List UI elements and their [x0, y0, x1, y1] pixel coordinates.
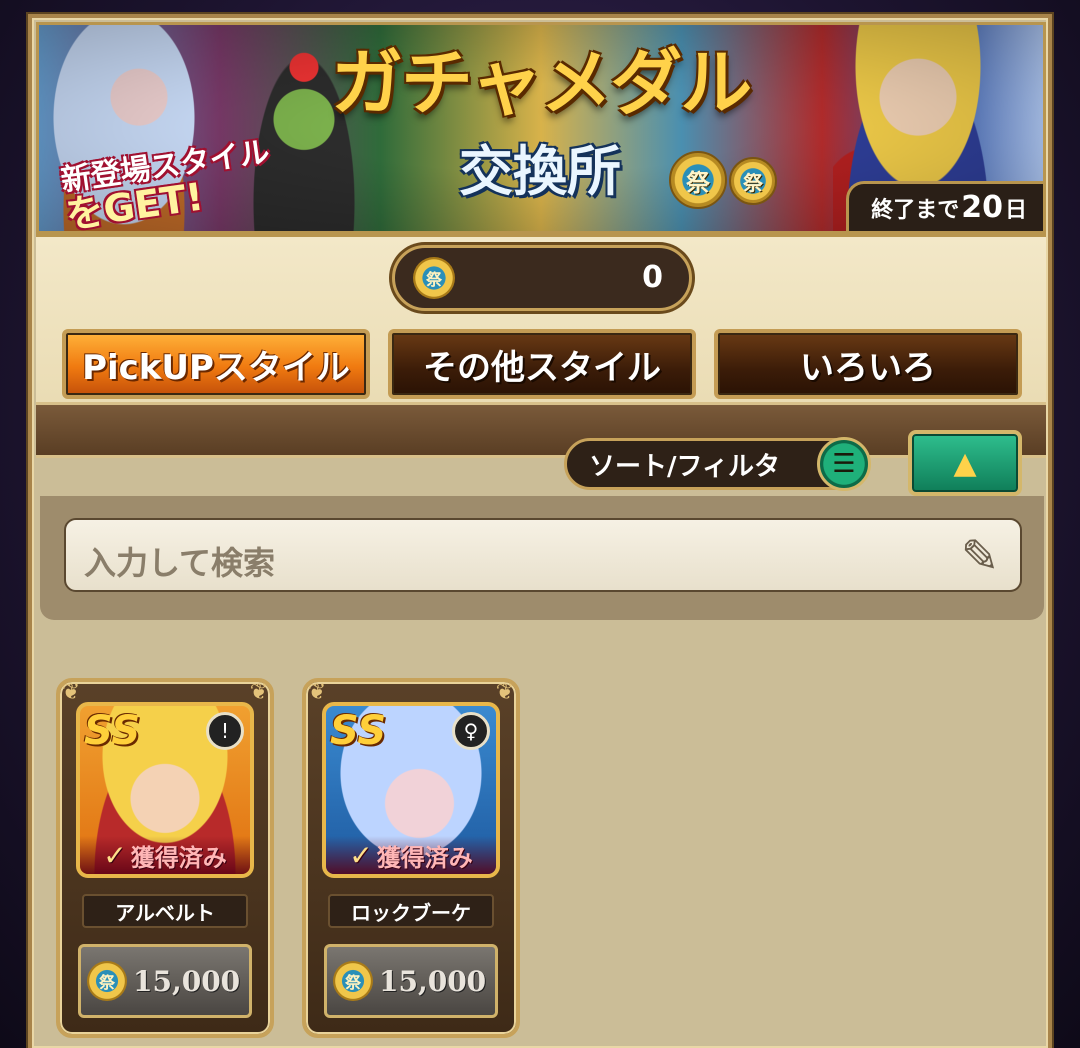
style-card[interactable]: ❦ ❦ SS ! ✓ 獲得済み アルベルト 祭 15,000: [56, 678, 274, 1038]
medal-icon: 祭: [729, 157, 777, 205]
medal-balance-value: 0: [642, 260, 663, 295]
event-end-badge: 終了まで 20 日: [846, 181, 1043, 231]
end-days: 20: [961, 190, 1003, 225]
obtained-badge: ✓ 獲得済み: [80, 836, 250, 874]
rank-badge: SS: [84, 708, 141, 754]
rank-badge: SS: [330, 708, 387, 754]
menu-icon: ☰: [817, 437, 871, 491]
search-placeholder: 入力して検索: [84, 544, 276, 582]
price-tag: 祭 15,000: [78, 944, 252, 1018]
corner-ornament-icon: ❦: [249, 680, 269, 705]
character-name: アルベルト: [82, 894, 248, 928]
sort-filter-button[interactable]: ソート/フィルタ ☰: [564, 437, 871, 491]
collapse-button[interactable]: ▲: [908, 430, 1022, 496]
banner-subtitle: 交換所: [459, 140, 621, 203]
price-amount: 15,000: [379, 964, 487, 998]
medal-icon: 祭: [333, 961, 373, 1001]
medal-icon: 祭: [669, 151, 727, 209]
banner-title: ガチャメダル: [331, 41, 752, 125]
edit-icon[interactable]: ✎: [954, 530, 1006, 582]
character-portrait: SS ! ✓ 獲得済み: [76, 702, 254, 878]
tab-misc[interactable]: いろいろ: [714, 329, 1022, 399]
price-amount: 15,000: [133, 964, 241, 998]
corner-ornament-icon: ❦: [495, 680, 515, 705]
check-icon: ✓: [103, 838, 127, 872]
medal-icon: 祭: [413, 257, 455, 299]
event-banner[interactable]: ガチャメダル 交換所 祭 祭 新登場スタイル をGET! 終了まで 20 日: [36, 22, 1046, 234]
medal-balance: 祭 0: [392, 245, 692, 311]
triangle-up-icon: ▲: [953, 445, 977, 481]
gacha-medal-exchange-window: ガチャメダル 交換所 祭 祭 新登場スタイル をGET! 終了まで 20 日 祭 0 …: [28, 14, 1052, 1048]
medal-icon: 祭: [87, 961, 127, 1001]
character-portrait: SS ♀ ✓ 獲得済み: [322, 702, 500, 878]
end-label: 終了まで: [871, 198, 960, 223]
price-tag: 祭 15,000: [324, 944, 498, 1018]
corner-ornament-icon: ❦: [307, 680, 327, 705]
character-name: ロックブーケ: [328, 894, 494, 928]
obtained-label: 獲得済み: [376, 843, 473, 872]
sort-filter-label: ソート/フィルタ: [589, 451, 780, 482]
style-card[interactable]: ❦ ❦ SS ♀ ✓ 獲得済み ロックブーケ 祭 15,000: [302, 678, 520, 1038]
tab-other-style[interactable]: その他スタイル: [388, 329, 696, 399]
sword-icon: !: [206, 712, 244, 750]
tab-pickup-style[interactable]: PickUPスタイル: [62, 329, 370, 399]
end-unit: 日: [1004, 198, 1027, 223]
obtained-badge: ✓ 獲得済み: [326, 836, 496, 874]
category-tabs: PickUPスタイル その他スタイル いろいろ: [62, 329, 1022, 403]
toolbar-band: [36, 402, 1046, 458]
banner-tagline: 新登場スタイル をGET!: [59, 135, 277, 231]
search-area: 入力して検索 ✎: [40, 496, 1044, 620]
staff-icon: ♀: [452, 712, 490, 750]
search-input[interactable]: 入力して検索 ✎: [64, 518, 1022, 592]
check-icon: ✓: [349, 838, 373, 872]
header-panel: 祭 0 PickUPスタイル その他スタイル いろいろ: [36, 234, 1046, 402]
obtained-label: 獲得済み: [130, 843, 227, 872]
corner-ornament-icon: ❦: [61, 680, 81, 705]
